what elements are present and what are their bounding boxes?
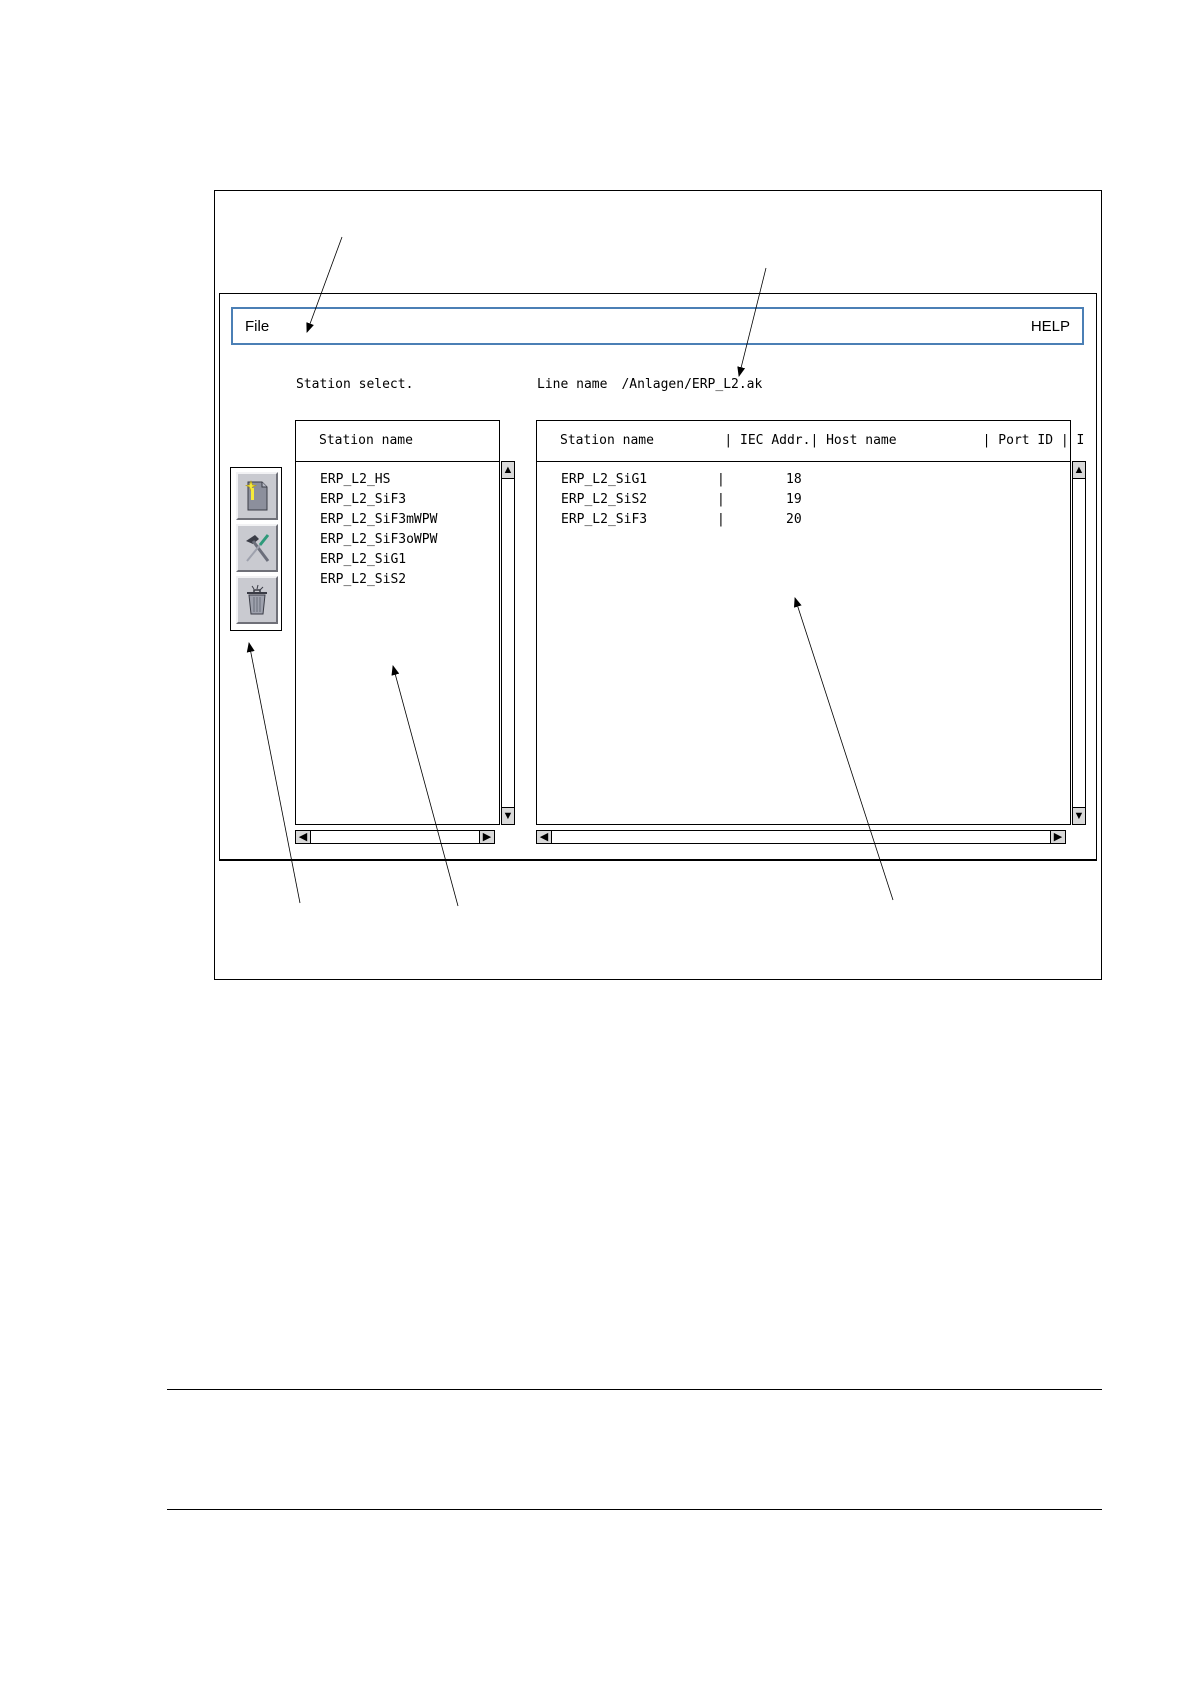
station-name-cell: ERP_L2_SiG1 <box>561 472 648 487</box>
scroll-left-arrow-icon[interactable]: ◀ <box>296 831 311 843</box>
footer-rule-top <box>167 1389 1102 1390</box>
column-separator: | <box>717 492 725 507</box>
list-item[interactable]: ERP_L2_SiF3 <box>320 490 406 510</box>
line-name-label: Line name <box>537 377 608 392</box>
station-name-cell: ERP_L2_SiS2 <box>561 492 648 507</box>
iec-address-cell: 20 <box>786 512 802 527</box>
line-name-value: /Anlagen/ERP_L2.ak <box>621 377 763 392</box>
station-list[interactable]: Station name ERP_L2_HS ERP_L2_SiF3 ERP_L… <box>295 420 500 825</box>
station-select-label: Station select. <box>296 377 414 392</box>
scroll-up-arrow-icon[interactable]: ▲ <box>1073 462 1085 479</box>
table-column-headers: Station name | IEC Addr.| Host name | Po… <box>560 433 1085 448</box>
station-select-window: File HELP Station select. Line name/Anla… <box>219 293 1097 861</box>
station-name-cell: ERP_L2_SiF3 <box>561 512 648 527</box>
scroll-down-arrow-icon[interactable]: ▼ <box>502 807 514 824</box>
list-item[interactable]: ERP_L2_SiF3oWPW <box>320 530 437 550</box>
list-item[interactable]: ERP_L2_SiS2 <box>320 570 406 590</box>
iec-address-cell: 19 <box>786 492 802 507</box>
table-row[interactable]: ERP_L2_SiG1 | 18 <box>537 470 1070 490</box>
help-menu[interactable]: HELP <box>1031 318 1070 335</box>
station-list-vertical-scrollbar[interactable]: ▲ ▼ <box>501 461 515 825</box>
station-list-header: Station name <box>296 421 499 462</box>
scroll-left-arrow-icon[interactable]: ◀ <box>537 831 552 843</box>
table-row[interactable]: ERP_L2_SiF3 | 20 <box>537 510 1070 530</box>
table-horizontal-scrollbar[interactable]: ◀ ▶ <box>536 830 1066 844</box>
scroll-up-arrow-icon[interactable]: ▲ <box>502 462 514 479</box>
iec-address-cell: 18 <box>786 472 802 487</box>
new-station-button[interactable] <box>236 472 278 520</box>
list-item[interactable]: ERP_L2_SiG1 <box>320 550 406 570</box>
footer-rule-bottom <box>167 1509 1102 1510</box>
file-menu[interactable]: File <box>245 318 269 335</box>
station-list-body: ERP_L2_HS ERP_L2_SiF3 ERP_L2_SiF3mWPW ER… <box>296 462 499 824</box>
menu-bar: File HELP <box>231 307 1084 345</box>
scroll-right-arrow-icon[interactable]: ▶ <box>479 831 494 843</box>
table-vertical-scrollbar[interactable]: ▲ ▼ <box>1072 461 1086 825</box>
line-station-table-header: Station name | IEC Addr.| Host name | Po… <box>537 421 1084 462</box>
edit-station-button[interactable] <box>236 524 278 572</box>
delete-station-button[interactable] <box>236 576 278 624</box>
line-station-table[interactable]: Station name | IEC Addr.| Host name | Po… <box>536 420 1084 825</box>
new-document-icon <box>244 480 268 511</box>
scroll-down-arrow-icon[interactable]: ▼ <box>1073 807 1085 824</box>
hammer-screwdriver-icon <box>246 534 270 562</box>
station-list-horizontal-scrollbar[interactable]: ◀ ▶ <box>295 830 495 844</box>
station-toolbar <box>230 467 282 631</box>
line-name-field: Line name/Anlagen/ERP_L2.ak <box>537 377 762 392</box>
line-station-table-body: ERP_L2_SiG1 | 18 ERP_L2_SiS2 | 19 ERP_L2… <box>537 462 1070 824</box>
station-name-column-header: Station name <box>319 433 413 448</box>
scroll-right-arrow-icon[interactable]: ▶ <box>1050 831 1065 843</box>
trash-can-icon <box>247 584 267 615</box>
list-item[interactable]: ERP_L2_HS <box>320 470 390 490</box>
column-separator: | <box>717 472 725 487</box>
list-item[interactable]: ERP_L2_SiF3mWPW <box>320 510 437 530</box>
table-row[interactable]: ERP_L2_SiS2 | 19 <box>537 490 1070 510</box>
column-separator: | <box>717 512 725 527</box>
